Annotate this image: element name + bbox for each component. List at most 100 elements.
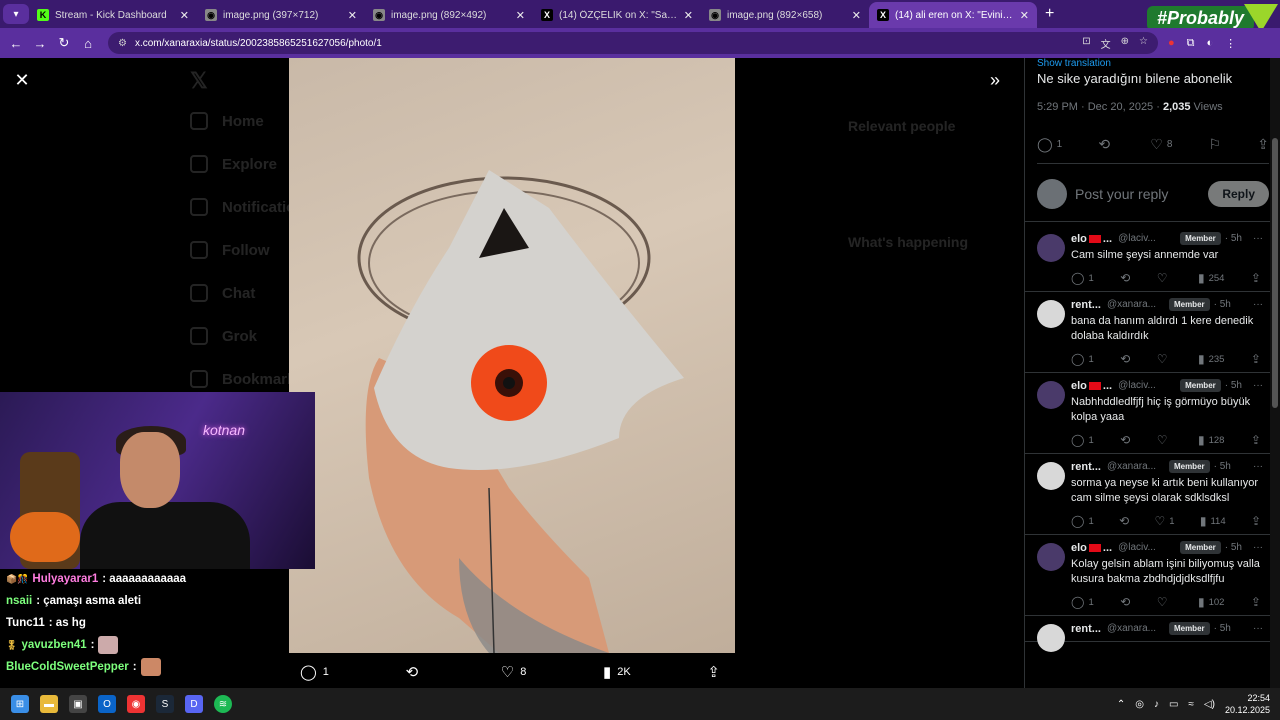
- bookmark-stat[interactable]: ⚐: [1209, 136, 1222, 153]
- like-action[interactable]: ♡: [1157, 595, 1172, 609]
- more-options-icon[interactable]: ···: [1253, 299, 1263, 310]
- expand-panel-icon[interactable]: »: [990, 70, 1000, 91]
- like-action[interactable]: ♡: [1157, 352, 1172, 366]
- reply-action[interactable]: ◯ 1: [300, 663, 329, 681]
- views-action[interactable]: ▮ 128: [1198, 433, 1224, 447]
- chat-username[interactable]: yavuzben41: [21, 639, 86, 651]
- reply-author-name[interactable]: elo: [1071, 233, 1087, 245]
- views-action[interactable]: ▮ 2K: [603, 663, 631, 681]
- forward-icon[interactable]: →: [28, 36, 52, 51]
- address-bar[interactable]: ⚙ x.com/xanaraxia/status/200238586525162…: [108, 32, 1158, 54]
- reply-item[interactable]: rent... @xanara... Member · 5h ···: [1025, 616, 1271, 652]
- repost-stat[interactable]: ⟲: [1098, 136, 1114, 153]
- tab-close-icon[interactable]: ✕: [1020, 9, 1029, 22]
- reply-button[interactable]: Reply: [1208, 180, 1269, 207]
- chat-username[interactable]: Hulyayarar1: [32, 573, 98, 585]
- reply-item[interactable]: elo... @laciv... Member · 5h ··· Cam silme şe…: [1025, 226, 1271, 292]
- browser-tab[interactable]: ◉ image.png (397×712) ✕: [197, 2, 365, 28]
- scrollbar-thumb[interactable]: [1272, 138, 1278, 408]
- reply-author-name[interactable]: elo: [1071, 380, 1087, 392]
- share-action[interactable]: ⇪: [1251, 271, 1261, 285]
- site-info-icon[interactable]: ⚙: [118, 38, 127, 49]
- show-translation-link[interactable]: Show translation: [1037, 58, 1111, 69]
- reply-item[interactable]: rent... @xanara... Member · 5h ··· sorma ya n…: [1025, 454, 1271, 535]
- repost-action[interactable]: ⟲: [1120, 595, 1130, 609]
- reply-handle[interactable]: @xanara...: [1107, 461, 1163, 472]
- share-stat[interactable]: ⇪: [1257, 136, 1269, 153]
- avatar[interactable]: [1037, 300, 1065, 328]
- discord-icon[interactable]: D: [185, 695, 203, 713]
- reply-handle[interactable]: @xanara...: [1107, 299, 1163, 310]
- display-icon[interactable]: ▭: [1169, 699, 1178, 710]
- like-action[interactable]: ♡: [1157, 271, 1172, 285]
- avatar[interactable]: [1037, 543, 1065, 571]
- repost-action[interactable]: ⟲: [1120, 271, 1130, 285]
- install-app-icon[interactable]: ⊡: [1082, 36, 1090, 51]
- browser-tab[interactable]: ◉ image.png (892×658) ✕: [701, 2, 869, 28]
- reply-action[interactable]: ◯ 1: [1071, 595, 1094, 609]
- reply-handle[interactable]: @xanara...: [1107, 623, 1163, 634]
- tray-chevron-icon[interactable]: ⌃: [1117, 699, 1125, 710]
- network-icon[interactable]: ◎: [1135, 699, 1144, 710]
- chat-username[interactable]: nsaii: [6, 595, 32, 607]
- avatar[interactable]: [1037, 381, 1065, 409]
- translate-icon[interactable]: 文: [1101, 36, 1111, 51]
- reply-author-name[interactable]: rent...: [1071, 299, 1101, 311]
- views-action[interactable]: ▮ 114: [1200, 514, 1226, 528]
- more-options-icon[interactable]: ···: [1253, 542, 1263, 553]
- extension-icon[interactable]: ●: [1168, 37, 1175, 50]
- tab-close-icon[interactable]: ✕: [852, 9, 861, 22]
- reply-item[interactable]: rent... @xanara... Member · 5h ··· bana da ha…: [1025, 292, 1271, 373]
- reply-action[interactable]: ◯ 1: [1071, 433, 1094, 447]
- views-action[interactable]: ▮ 254: [1198, 271, 1224, 285]
- steam-icon[interactable]: S: [156, 695, 174, 713]
- volume-icon[interactable]: ◁): [1204, 699, 1215, 710]
- mic-icon[interactable]: ♪: [1154, 699, 1159, 710]
- avatar[interactable]: [1037, 234, 1065, 262]
- reply-handle[interactable]: @laciv...: [1118, 233, 1174, 244]
- repost-action[interactable]: ⟲: [1119, 514, 1129, 528]
- tab-close-icon[interactable]: ✕: [348, 9, 357, 22]
- chat-username[interactable]: BlueColdSweetPepper: [6, 661, 129, 673]
- repost-action[interactable]: ⟲: [1120, 433, 1130, 447]
- repost-action[interactable]: ⟲: [1120, 352, 1130, 366]
- reload-icon[interactable]: ↻: [52, 35, 76, 51]
- chrome-icon[interactable]: ◉: [127, 695, 145, 713]
- panel-scrollbar[interactable]: [1270, 58, 1280, 688]
- views-action[interactable]: ▮ 235: [1198, 352, 1224, 366]
- reply-item[interactable]: elo... @laciv... Member · 5h ··· Nabhhddledlf…: [1025, 373, 1271, 454]
- reply-handle[interactable]: @laciv...: [1118, 380, 1174, 391]
- reply-action[interactable]: ◯ 1: [1071, 352, 1094, 366]
- more-options-icon[interactable]: ···: [1253, 623, 1263, 634]
- browser-tab[interactable]: X (14) ali eren on X: "Evinizdeki e ✕: [869, 2, 1037, 28]
- avatar[interactable]: [1037, 462, 1065, 490]
- outlook-icon[interactable]: O: [98, 695, 116, 713]
- like-action[interactable]: ♡: [1157, 433, 1172, 447]
- profile-avatar[interactable]: ◐: [1207, 37, 1214, 50]
- more-options-icon[interactable]: ···: [1253, 380, 1263, 391]
- tab-search-button[interactable]: ▾: [3, 4, 29, 24]
- more-options-icon[interactable]: ···: [1253, 233, 1263, 244]
- zoom-icon[interactable]: ⊕: [1121, 36, 1129, 51]
- views-action[interactable]: ▮ 102: [1198, 595, 1224, 609]
- reply-author-name[interactable]: elo: [1071, 542, 1087, 554]
- browser-menu-icon[interactable]: ⋮: [1225, 37, 1236, 50]
- reply-action[interactable]: ◯ 1: [1071, 514, 1094, 528]
- like-stat[interactable]: ♡ 8: [1150, 136, 1172, 153]
- tab-close-icon[interactable]: ✕: [516, 9, 525, 22]
- spotify-icon[interactable]: ≋: [214, 695, 232, 713]
- reply-handle[interactable]: @laciv...: [1118, 542, 1174, 553]
- reply-stat[interactable]: ◯ 1: [1037, 136, 1062, 153]
- share-action[interactable]: ⇪: [1251, 352, 1261, 366]
- clock[interactable]: 22:54 20.12.2025: [1225, 692, 1270, 716]
- file-explorer-icon[interactable]: ▬: [40, 695, 58, 713]
- tab-close-icon[interactable]: ✕: [684, 9, 693, 22]
- avatar[interactable]: [1037, 624, 1065, 652]
- reply-author-name[interactable]: rent...: [1071, 623, 1101, 635]
- store-icon[interactable]: ▣: [69, 695, 87, 713]
- browser-tab[interactable]: ◉ image.png (892×492) ✕: [365, 2, 533, 28]
- wifi-icon[interactable]: ≈: [1188, 699, 1194, 710]
- browser-tab[interactable]: K Stream - Kick Dashboard ✕: [29, 2, 197, 28]
- reply-author-name[interactable]: rent...: [1071, 461, 1101, 473]
- more-options-icon[interactable]: ···: [1253, 461, 1263, 472]
